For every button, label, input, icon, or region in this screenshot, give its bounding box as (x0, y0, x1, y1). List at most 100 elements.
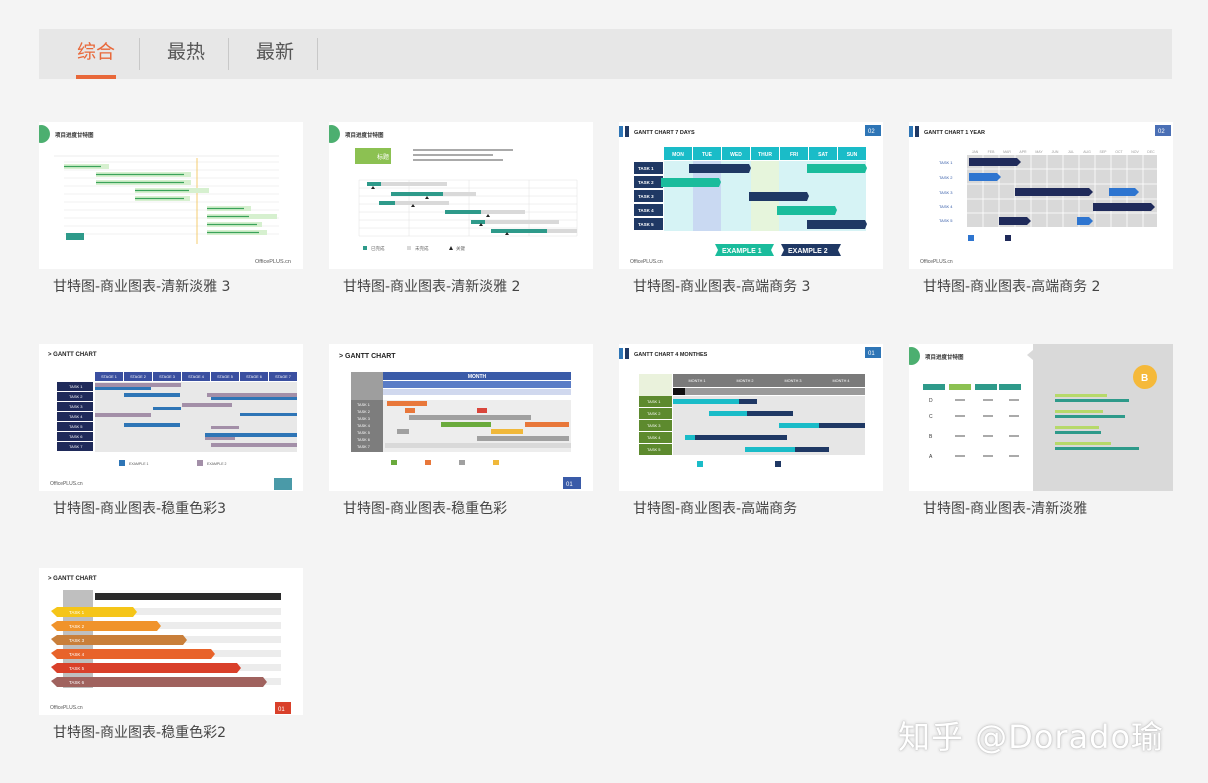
template-thumbnail[interactable]: GANTT CHART 1 YEAR 02 JAN FEB MAR APR MAY JU… (909, 122, 1173, 269)
thumb-brand: OfficePLUS.cn (920, 259, 953, 265)
svg-text:TASK 5: TASK 5 (69, 666, 85, 671)
svg-text:TASK 5: TASK 5 (357, 431, 370, 435)
template-card[interactable]: > GANTT CHART MONTH TASK 1 TASK 2 TASK 3 T… (329, 344, 593, 518)
svg-text:TASK 4: TASK 4 (638, 208, 654, 213)
watermark: 知乎 @Dorado瑜 (898, 718, 1165, 756)
thumb-heading: > GANTT CHART (48, 352, 97, 358)
svg-text:TASK 3: TASK 3 (647, 423, 661, 428)
template-thumbnail[interactable]: > GANTT CHART TASK 1 TASK 2 TASK 3 TASK 4 T… (39, 568, 303, 715)
svg-text:JUN: JUN (1052, 150, 1059, 154)
thumb-heading: GANTT CHART 1 YEAR (924, 130, 985, 136)
thumb-brand: OfficePLUS.cn (50, 481, 83, 487)
template-thumbnail[interactable]: 项目进度甘特图 D C B A B (909, 344, 1173, 491)
svg-text:TASK 3: TASK 3 (939, 190, 953, 195)
svg-text:TASK 3: TASK 3 (69, 638, 85, 643)
thumb-badge: 01 (566, 482, 573, 488)
svg-text:THUR: THUR (758, 152, 772, 158)
thumb-legend: EXAMPLE 1 (129, 462, 149, 466)
thumb-heading: > GANTT CHART (339, 353, 396, 360)
thumb-heading: 项目进度甘特图 (345, 131, 384, 139)
thumb-badge: 02 (1158, 129, 1165, 135)
template-card[interactable]: 项目进度甘特图 OfficePLUS.cn 甘特图-商业图表-清新淡雅 3 (39, 122, 303, 296)
template-card[interactable]: 项目进度甘特图 D C B A B 甘特图-商业图表-清新淡雅 (909, 344, 1173, 518)
svg-text:MON: MON (672, 152, 684, 158)
svg-text:JAN: JAN (972, 150, 979, 154)
thumb-heading: 项目进度甘特图 (925, 353, 964, 361)
svg-text:TASK 3: TASK 3 (638, 194, 654, 199)
thumb-heading: GANTT CHART 7 DAYS (634, 130, 695, 136)
thumb-legend: EXAMPLE 2 (207, 462, 227, 466)
template-thumbnail[interactable]: GANTT CHART 4 MONTHES 01 MONTH 1 MONTH 2 M… (619, 344, 883, 491)
svg-text:TASK 5: TASK 5 (69, 424, 83, 429)
template-title[interactable]: 甘特图-商业图表-高端商务 (619, 498, 883, 518)
svg-text:TASK 7: TASK 7 (357, 445, 370, 449)
svg-text:TASK 2: TASK 2 (69, 624, 85, 629)
svg-text:TASK 5: TASK 5 (647, 447, 661, 452)
thumb-legend: 未完成 (415, 245, 429, 252)
svg-text:TASK 1: TASK 1 (357, 403, 370, 407)
svg-text:TASK 3: TASK 3 (69, 404, 83, 409)
svg-text:D: D (929, 398, 933, 404)
svg-text:TASK 3: TASK 3 (357, 417, 370, 421)
svg-text:TASK 4: TASK 4 (357, 424, 370, 428)
template-card[interactable]: > GANTT CHART TASK 1 TASK 2 TASK 3 TASK 4 T… (39, 568, 303, 742)
svg-text:TASK 1: TASK 1 (69, 610, 85, 615)
svg-text:STAGE 4: STAGE 4 (188, 375, 204, 379)
svg-text:TASK 5: TASK 5 (939, 218, 953, 223)
template-thumbnail[interactable]: 项目进度甘特图 OfficePLUS.cn (39, 122, 303, 269)
svg-text:MONTH 2: MONTH 2 (736, 379, 753, 383)
template-card[interactable]: GANTT CHART 4 MONTHES 01 MONTH 1 MONTH 2 M… (619, 344, 883, 518)
svg-text:TASK 1: TASK 1 (69, 384, 83, 389)
thumb-legend: 已完成 (371, 245, 385, 252)
thumb-heading: 项目进度甘特图 (55, 131, 94, 139)
svg-text:FRI: FRI (790, 152, 799, 158)
template-title[interactable]: 甘特图-商业图表-清新淡雅 3 (39, 276, 303, 296)
thumb-heading: GANTT CHART 4 MONTHES (634, 352, 708, 358)
svg-text:STAGE 2: STAGE 2 (130, 375, 146, 379)
svg-text:B: B (929, 434, 933, 440)
template-thumbnail[interactable]: > GANTT CHART MONTH TASK 1 TASK 2 TASK 3 T… (329, 344, 593, 491)
svg-text:TASK 6: TASK 6 (69, 680, 85, 685)
svg-text:TASK 2: TASK 2 (638, 180, 654, 185)
template-thumbnail[interactable]: > GANTT CHART STAGE 1 STAGE 2 STAGE 3 STAG… (39, 344, 303, 491)
svg-text:TASK 4: TASK 4 (939, 204, 953, 209)
svg-text:TASK 6: TASK 6 (357, 438, 370, 442)
svg-text:TASK 4: TASK 4 (647, 435, 661, 440)
svg-text:TASK 4: TASK 4 (69, 652, 85, 657)
template-card[interactable]: GANTT CHART 7 DAYS 02 MON TUE WED THUR FRI S… (619, 122, 883, 296)
template-title[interactable]: 甘特图-商业图表-稳重色彩 (329, 498, 593, 518)
template-title[interactable]: 甘特图-商业图表-高端商务 2 (909, 276, 1173, 296)
template-title[interactable]: 甘特图-商业图表-稳重色彩2 (39, 722, 303, 742)
svg-text:DEC: DEC (1147, 150, 1155, 154)
template-thumbnail[interactable]: GANTT CHART 7 DAYS 02 MON TUE WED THUR FRI S… (619, 122, 883, 269)
svg-text:SUN: SUN (847, 152, 858, 158)
thumb-tag: 标题 (377, 153, 389, 161)
template-title[interactable]: 甘特图-商业图表-清新淡雅 (909, 498, 1173, 518)
svg-text:APR: APR (1019, 150, 1027, 154)
tab-comprehensive[interactable]: 综合 (76, 29, 116, 79)
svg-text:MAR: MAR (1003, 150, 1011, 154)
template-thumbnail[interactable]: 项目进度甘特图 标题 已完成 未完成 关键 (329, 122, 593, 269)
template-card[interactable]: 项目进度甘特图 标题 已完成 未完成 关键 甘特图-商业图表-清新淡雅 2 (329, 122, 593, 296)
template-title[interactable]: 甘特图-商业图表-高端商务 3 (619, 276, 883, 296)
svg-text:TASK 6: TASK 6 (69, 434, 83, 439)
svg-text:MONTH 1: MONTH 1 (688, 379, 705, 383)
svg-text:TASK 2: TASK 2 (357, 410, 370, 414)
tab-divider (228, 38, 229, 70)
tab-newest[interactable]: 最新 (255, 29, 295, 79)
thumb-brand: OfficePLUS.cn (255, 259, 291, 265)
svg-text:NOV: NOV (1131, 150, 1139, 154)
svg-text:TASK 7: TASK 7 (69, 444, 83, 449)
template-card[interactable]: > GANTT CHART STAGE 1 STAGE 2 STAGE 3 STAG… (39, 344, 303, 518)
svg-text:STAGE 5: STAGE 5 (217, 375, 233, 379)
thumb-month: MONTH (468, 374, 487, 380)
svg-text:MONTH 4: MONTH 4 (832, 379, 849, 383)
template-card[interactable]: GANTT CHART 1 YEAR 02 JAN FEB MAR APR MAY JU… (909, 122, 1173, 296)
thumb-badge: 01 (868, 351, 875, 357)
svg-text:TASK 1: TASK 1 (647, 399, 661, 404)
svg-text:STAGE 6: STAGE 6 (246, 375, 262, 379)
template-title[interactable]: 甘特图-商业图表-稳重色彩3 (39, 498, 303, 518)
template-title[interactable]: 甘特图-商业图表-清新淡雅 2 (329, 276, 593, 296)
svg-text:A: A (929, 454, 933, 460)
tab-hottest[interactable]: 最热 (166, 29, 206, 79)
